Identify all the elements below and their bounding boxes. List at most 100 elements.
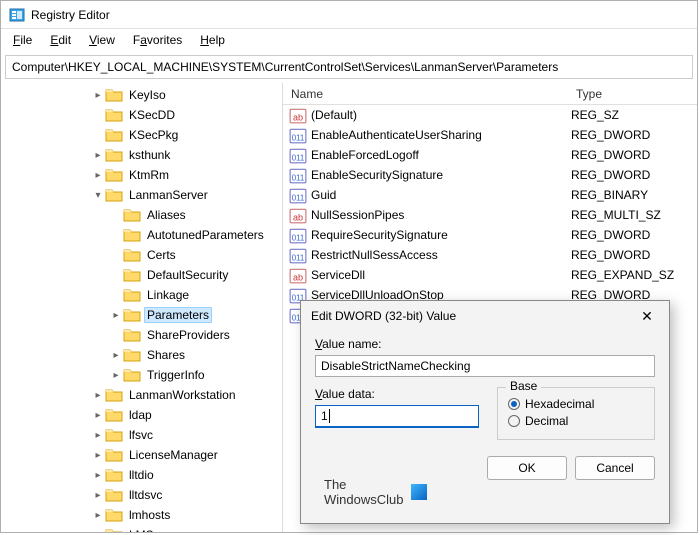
chevron-right-icon[interactable]: ▸ [91, 150, 105, 161]
binary-value-icon: 011 [289, 127, 307, 143]
tree-label: Linkage [144, 287, 192, 303]
chevron-right-icon[interactable]: ▸ [91, 390, 105, 401]
menu-file[interactable]: File [5, 31, 40, 49]
menu-edit[interactable]: Edit [42, 31, 79, 49]
chevron-right-icon[interactable]: ▸ [91, 470, 105, 481]
tree-item-defaultsecurity[interactable]: DefaultSecurity [1, 265, 282, 285]
value-data-field[interactable]: 1 [315, 405, 479, 428]
chevron-right-icon[interactable]: ▸ [91, 510, 105, 521]
tree-item-lanmanworkstation[interactable]: ▸LanmanWorkstation [1, 385, 282, 405]
folder-icon [105, 487, 123, 503]
folder-icon [123, 327, 141, 343]
value-row[interactable]: 011EnableAuthenticateUserSharingREG_DWOR… [283, 125, 697, 145]
value-row[interactable]: abNullSessionPipesREG_MULTI_SZ [283, 205, 697, 225]
chevron-right-icon[interactable]: ▸ [109, 310, 123, 321]
value-row[interactable]: 011EnableSecuritySignatureREG_DWORD [283, 165, 697, 185]
tree-item-certs[interactable]: Certs [1, 245, 282, 265]
value-row[interactable]: ab(Default)REG_SZ [283, 105, 697, 125]
tree-item-lms[interactable]: ▸LMS [1, 525, 282, 532]
titlebar: Registry Editor [1, 1, 697, 29]
column-name[interactable]: Name [283, 85, 568, 103]
value-name: (Default) [311, 108, 571, 122]
chevron-right-icon[interactable]: ▸ [91, 430, 105, 441]
folder-icon [105, 167, 123, 183]
tree-label: ksthunk [126, 147, 173, 163]
chevron-right-icon[interactable]: ▸ [91, 90, 105, 101]
value-row[interactable]: 011RestrictNullSessAccessREG_DWORD [283, 245, 697, 265]
value-row[interactable]: 011EnableForcedLogoffREG_DWORD [283, 145, 697, 165]
menu-help[interactable]: Help [192, 31, 233, 49]
value-row[interactable]: 011 GuidREG_BINARY [283, 185, 697, 205]
radio-hexadecimal[interactable]: Hexadecimal [508, 397, 644, 411]
tree-item-shares[interactable]: ▸ Shares [1, 345, 282, 365]
tree-item-lmhosts[interactable]: ▸lmhosts [1, 505, 282, 525]
tree-pane[interactable]: ▸KeyIso KSecDD KSecPkg ▸ ksthunk ▸KtmRm ▾ Lanma… [1, 83, 283, 532]
address-bar[interactable]: Computer\HKEY_LOCAL_MACHINE\SYSTEM\Curre… [5, 55, 693, 79]
cancel-button[interactable]: Cancel [575, 456, 655, 480]
tree-item-keyiso[interactable]: ▸KeyIso [1, 85, 282, 105]
value-name-field[interactable]: DisableStrictNameChecking [315, 355, 655, 377]
tree-label: Certs [144, 247, 179, 263]
binary-value-icon: 011 [289, 147, 307, 163]
tree-label: Shares [144, 347, 188, 363]
value-row[interactable]: 011RequireSecuritySignatureREG_DWORD [283, 225, 697, 245]
tree-item-ktmrm[interactable]: ▸KtmRm [1, 165, 282, 185]
chevron-right-icon[interactable]: ▸ [91, 490, 105, 501]
tree-item-linkage[interactable]: Linkage [1, 285, 282, 305]
chevron-right-icon[interactable]: ▸ [91, 170, 105, 181]
tree-item-lanmanserver[interactable]: ▾ LanmanServer [1, 185, 282, 205]
chevron-right-icon[interactable]: ▸ [91, 450, 105, 461]
binary-value-icon: 011 [289, 167, 307, 183]
tree-label: lfsvc [126, 427, 156, 443]
menu-favorites[interactable]: Favorites [125, 31, 190, 49]
tree-label: LanmanServer [126, 187, 211, 203]
tree-item-lfsvc[interactable]: ▸ lfsvc [1, 425, 282, 445]
menu-view[interactable]: View [81, 31, 123, 49]
tree-label: ldap [126, 407, 155, 423]
tree-item-autotunedparameters[interactable]: AutotunedParameters [1, 225, 282, 245]
value-type: REG_BINARY [571, 188, 648, 202]
value-type: REG_SZ [571, 108, 619, 122]
tree-item-ldap[interactable]: ▸ ldap [1, 405, 282, 425]
tree-item-lltdsvc[interactable]: ▸ lltdsvc [1, 485, 282, 505]
tree-item-ksecdd[interactable]: KSecDD [1, 105, 282, 125]
value-type: REG_DWORD [571, 248, 650, 262]
column-type[interactable]: Type [568, 85, 697, 103]
chevron-right-icon[interactable]: ▸ [109, 350, 123, 361]
tree-label: TriggerInfo [144, 367, 208, 383]
radio-decimal[interactable]: Decimal [508, 414, 644, 428]
tree-item-triggerinfo[interactable]: ▸ TriggerInfo [1, 365, 282, 385]
tree-item-lltdio[interactable]: ▸lltdio [1, 465, 282, 485]
tree-item-ksthunk[interactable]: ▸ ksthunk [1, 145, 282, 165]
chevron-down-icon[interactable]: ▾ [91, 190, 105, 201]
binary-value-icon: 011 [289, 187, 307, 203]
value-type: REG_DWORD [571, 128, 650, 142]
chevron-right-icon[interactable]: ▸ [91, 530, 105, 533]
svg-text:ab: ab [293, 213, 303, 223]
tree-item-ksecpkg[interactable]: KSecPkg [1, 125, 282, 145]
value-type: REG_DWORD [571, 148, 650, 162]
folder-icon [123, 347, 141, 363]
value-name: Guid [311, 188, 571, 202]
value-data-label: Value data: [315, 387, 479, 401]
chevron-right-icon[interactable]: ▸ [91, 410, 105, 421]
tree-item-shareproviders[interactable]: ShareProviders [1, 325, 282, 345]
base-label: Base [506, 379, 541, 393]
ok-button[interactable]: OK [487, 456, 567, 480]
value-name: EnableSecuritySignature [311, 168, 571, 182]
base-group: Base Hexadecimal Decimal [497, 387, 655, 440]
tree-label: AutotunedParameters [144, 227, 267, 243]
tree-item-licensemanager[interactable]: ▸LicenseManager [1, 445, 282, 465]
value-type: REG_DWORD [571, 228, 650, 242]
tree-item-parameters[interactable]: ▸Parameters [1, 305, 282, 325]
tree-label: lltdsvc [126, 487, 165, 503]
folder-icon [123, 287, 141, 303]
value-row[interactable]: abServiceDllREG_EXPAND_SZ [283, 265, 697, 285]
folder-icon [105, 187, 123, 203]
value-type: REG_EXPAND_SZ [571, 268, 674, 282]
chevron-right-icon[interactable]: ▸ [109, 370, 123, 381]
value-name: NullSessionPipes [311, 208, 571, 222]
close-icon[interactable]: ✕ [635, 304, 659, 328]
tree-label: KSecDD [126, 107, 178, 123]
tree-item-aliases[interactable]: Aliases [1, 205, 282, 225]
